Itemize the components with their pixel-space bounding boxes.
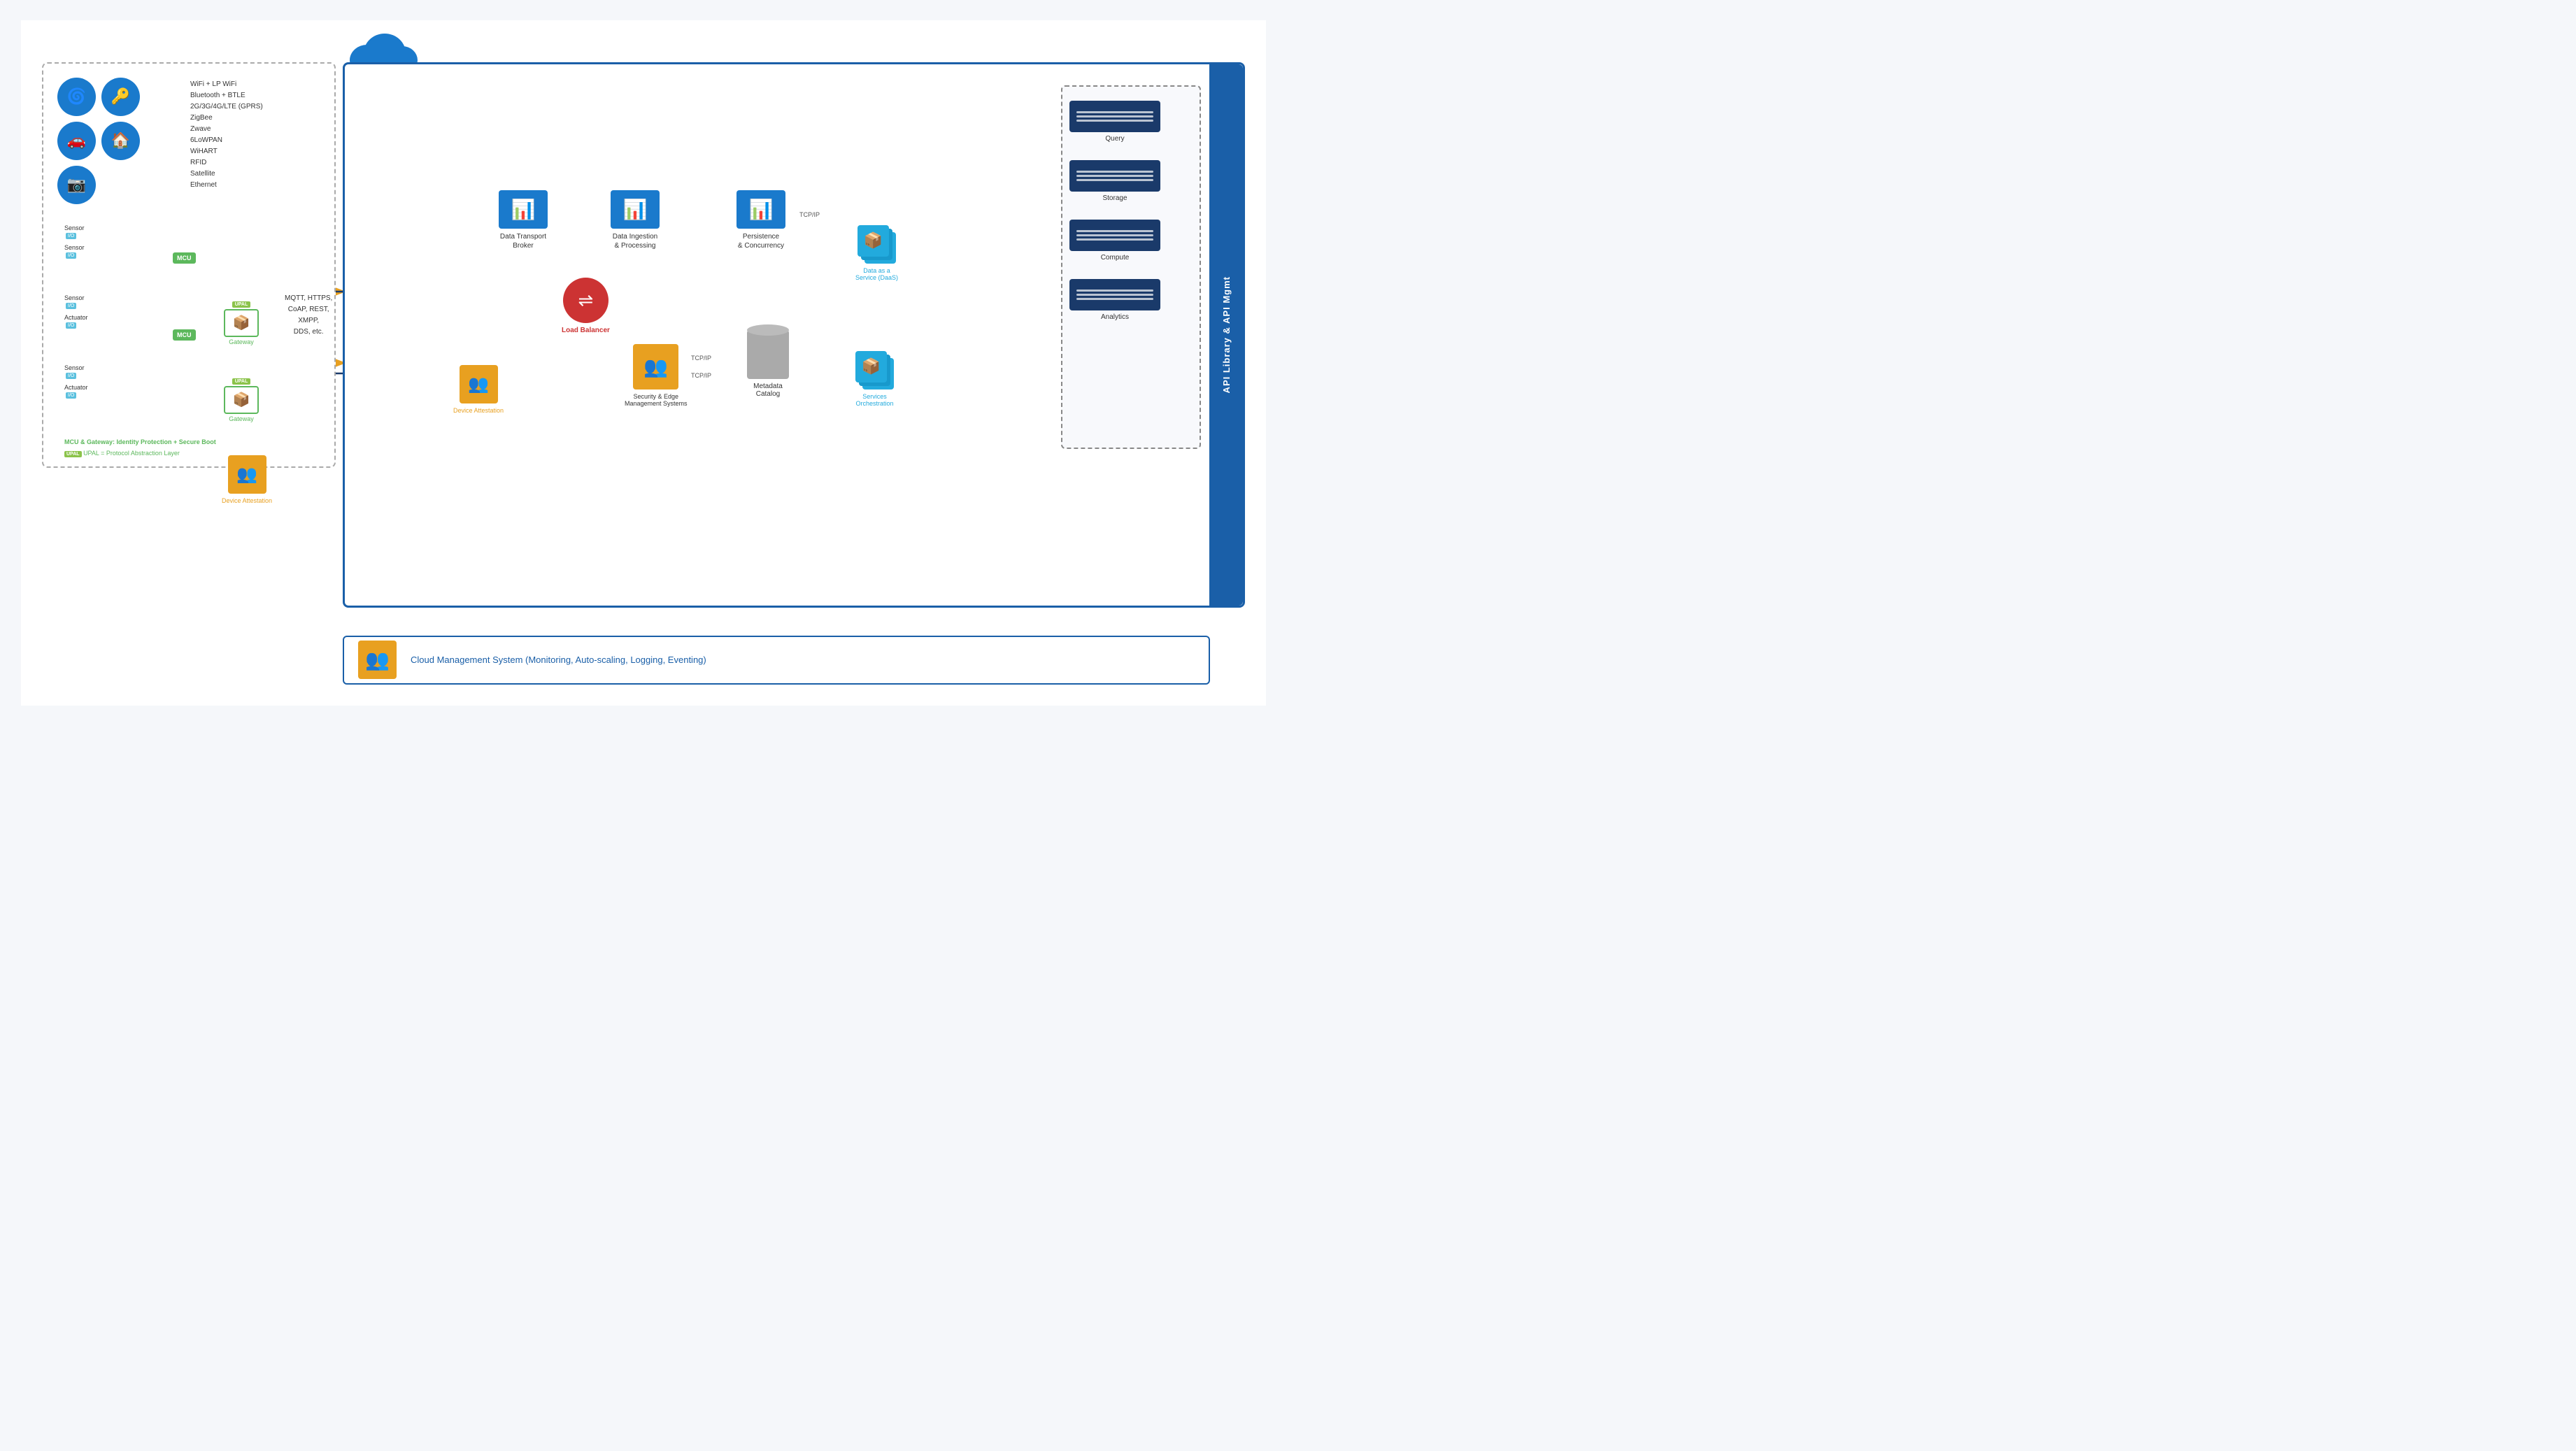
tcpip-label-3: TCP/IP bbox=[691, 372, 711, 379]
iot-icons-row: 🌀 🔑 🚗 🏠 📷 bbox=[57, 78, 183, 204]
person-key-icon: 🔑 bbox=[101, 78, 140, 116]
tcpip-label-2: TCP/IP bbox=[691, 355, 711, 362]
load-balancer: ⇌ Load Balancer bbox=[562, 278, 610, 334]
data-transport-broker: 📊 Data TransportBroker bbox=[499, 190, 548, 250]
home-icon: 🏠 bbox=[101, 122, 140, 160]
mcu-2: MCU bbox=[173, 329, 196, 341]
tcpip-label-1: TCP/IP bbox=[799, 211, 820, 218]
car-icon: 🚗 bbox=[57, 122, 96, 160]
connectivity-list: WiFi + LP WiFi Bluetooth + BTLE 2G/3G/4G… bbox=[190, 79, 263, 191]
daas: 📦 Data as aService (DaaS) bbox=[855, 225, 898, 281]
gateway-1: UPAL 📦 Gateway bbox=[224, 301, 259, 345]
mqtt-protocols-text: MQTT, HTTPS,CoAP, REST,XMPP,DDS, etc. bbox=[285, 293, 332, 338]
gateway-2: UPAL 📦 Gateway bbox=[224, 378, 259, 422]
data-ingestion: 📊 Data Ingestion& Processing bbox=[611, 190, 660, 250]
persistence: 📊 Persistence& Concurrency bbox=[736, 190, 785, 250]
main-container: 🌀 🔑 🚗 🏠 📷 WiFi + LP WiFi Bluetooth + BTL… bbox=[21, 20, 1266, 706]
services-orchestration: 📦 ServicesOrchestration bbox=[855, 351, 894, 407]
security-system: 👥 Security & EdgeManagement Systems bbox=[625, 344, 688, 407]
device-box: 🌀 🔑 🚗 🏠 📷 WiFi + LP WiFi Bluetooth + BTL… bbox=[42, 62, 336, 468]
service-query: Query bbox=[1069, 101, 1160, 143]
device-attestation-left: 👥 Device Attestation bbox=[222, 455, 272, 504]
service-compute: Compute bbox=[1069, 220, 1160, 262]
service-storage: Storage bbox=[1069, 160, 1160, 202]
metadata-catalog: MetadataCatalog bbox=[747, 330, 789, 398]
wind-turbine-icon: 🌀 bbox=[57, 78, 96, 116]
api-sidebar: API Library & API Mgmt bbox=[1209, 64, 1243, 606]
service-analytics: Analytics bbox=[1069, 279, 1160, 321]
services-box: Query Storage bbox=[1061, 85, 1201, 449]
device-attestation-cloud: 👥 Device Attestation bbox=[453, 365, 504, 414]
cloud-mgmt-label: Cloud Management System (Monitoring, Aut… bbox=[411, 655, 706, 665]
cloud-mgmt-icon: 👥 bbox=[358, 641, 397, 679]
camera-icon: 📷 bbox=[57, 166, 96, 204]
mcu-1: MCU bbox=[173, 252, 196, 264]
cloud-box: API Library & API Mgmt Query bbox=[343, 62, 1245, 608]
legend: MCU & Gateway: Identity Protection + Sec… bbox=[64, 436, 216, 459]
cloud-management: 👥 Cloud Management System (Monitoring, A… bbox=[343, 636, 1210, 685]
